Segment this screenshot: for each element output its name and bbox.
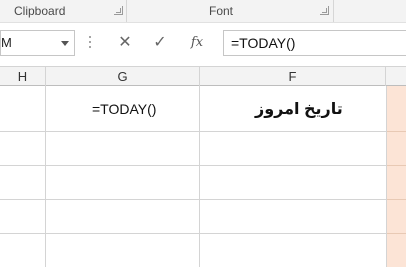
name-box-value: M [1, 35, 12, 50]
ribbon-separator [126, 0, 127, 22]
grid-line [0, 131, 386, 132]
worksheet-grid[interactable]: =TODAY() تاریخ امروز [0, 86, 406, 267]
formula-bar-grip-icon[interactable] [89, 36, 92, 50]
grid-line [45, 86, 46, 267]
insert-function-icon[interactable]: fx [182, 30, 212, 56]
font-group-label: Font [209, 4, 234, 18]
grid-line [199, 86, 200, 267]
ribbon-separator [333, 0, 334, 22]
grid-line [0, 233, 386, 234]
cell-f1[interactable]: تاریخ امروز [255, 99, 343, 119]
enter-icon[interactable]: ✓ [145, 30, 175, 56]
cell-g1[interactable]: =TODAY() [92, 101, 156, 117]
name-box[interactable]: M [0, 30, 75, 56]
column-header-g[interactable]: G [46, 67, 200, 86]
chevron-down-icon[interactable] [61, 41, 69, 46]
grid-line [0, 199, 386, 200]
formula-input[interactable]: =TODAY() [223, 30, 406, 56]
ribbon-group-labels: Clipboard Font [0, 0, 406, 23]
grid-line [0, 165, 386, 166]
cancel-icon[interactable]: ✕ [110, 30, 140, 56]
clipboard-group-label: Clipboard [14, 4, 66, 18]
highlighted-column-cells[interactable] [386, 86, 406, 267]
column-header-f[interactable]: F [200, 67, 386, 86]
font-dialog-launcher-icon[interactable] [320, 6, 329, 15]
clipboard-dialog-launcher-icon[interactable] [114, 6, 123, 15]
column-headers: H G F [0, 66, 406, 86]
formula-bar: M ✕ ✓ fx =TODAY() [0, 27, 406, 60]
column-header-h[interactable]: H [0, 67, 46, 86]
